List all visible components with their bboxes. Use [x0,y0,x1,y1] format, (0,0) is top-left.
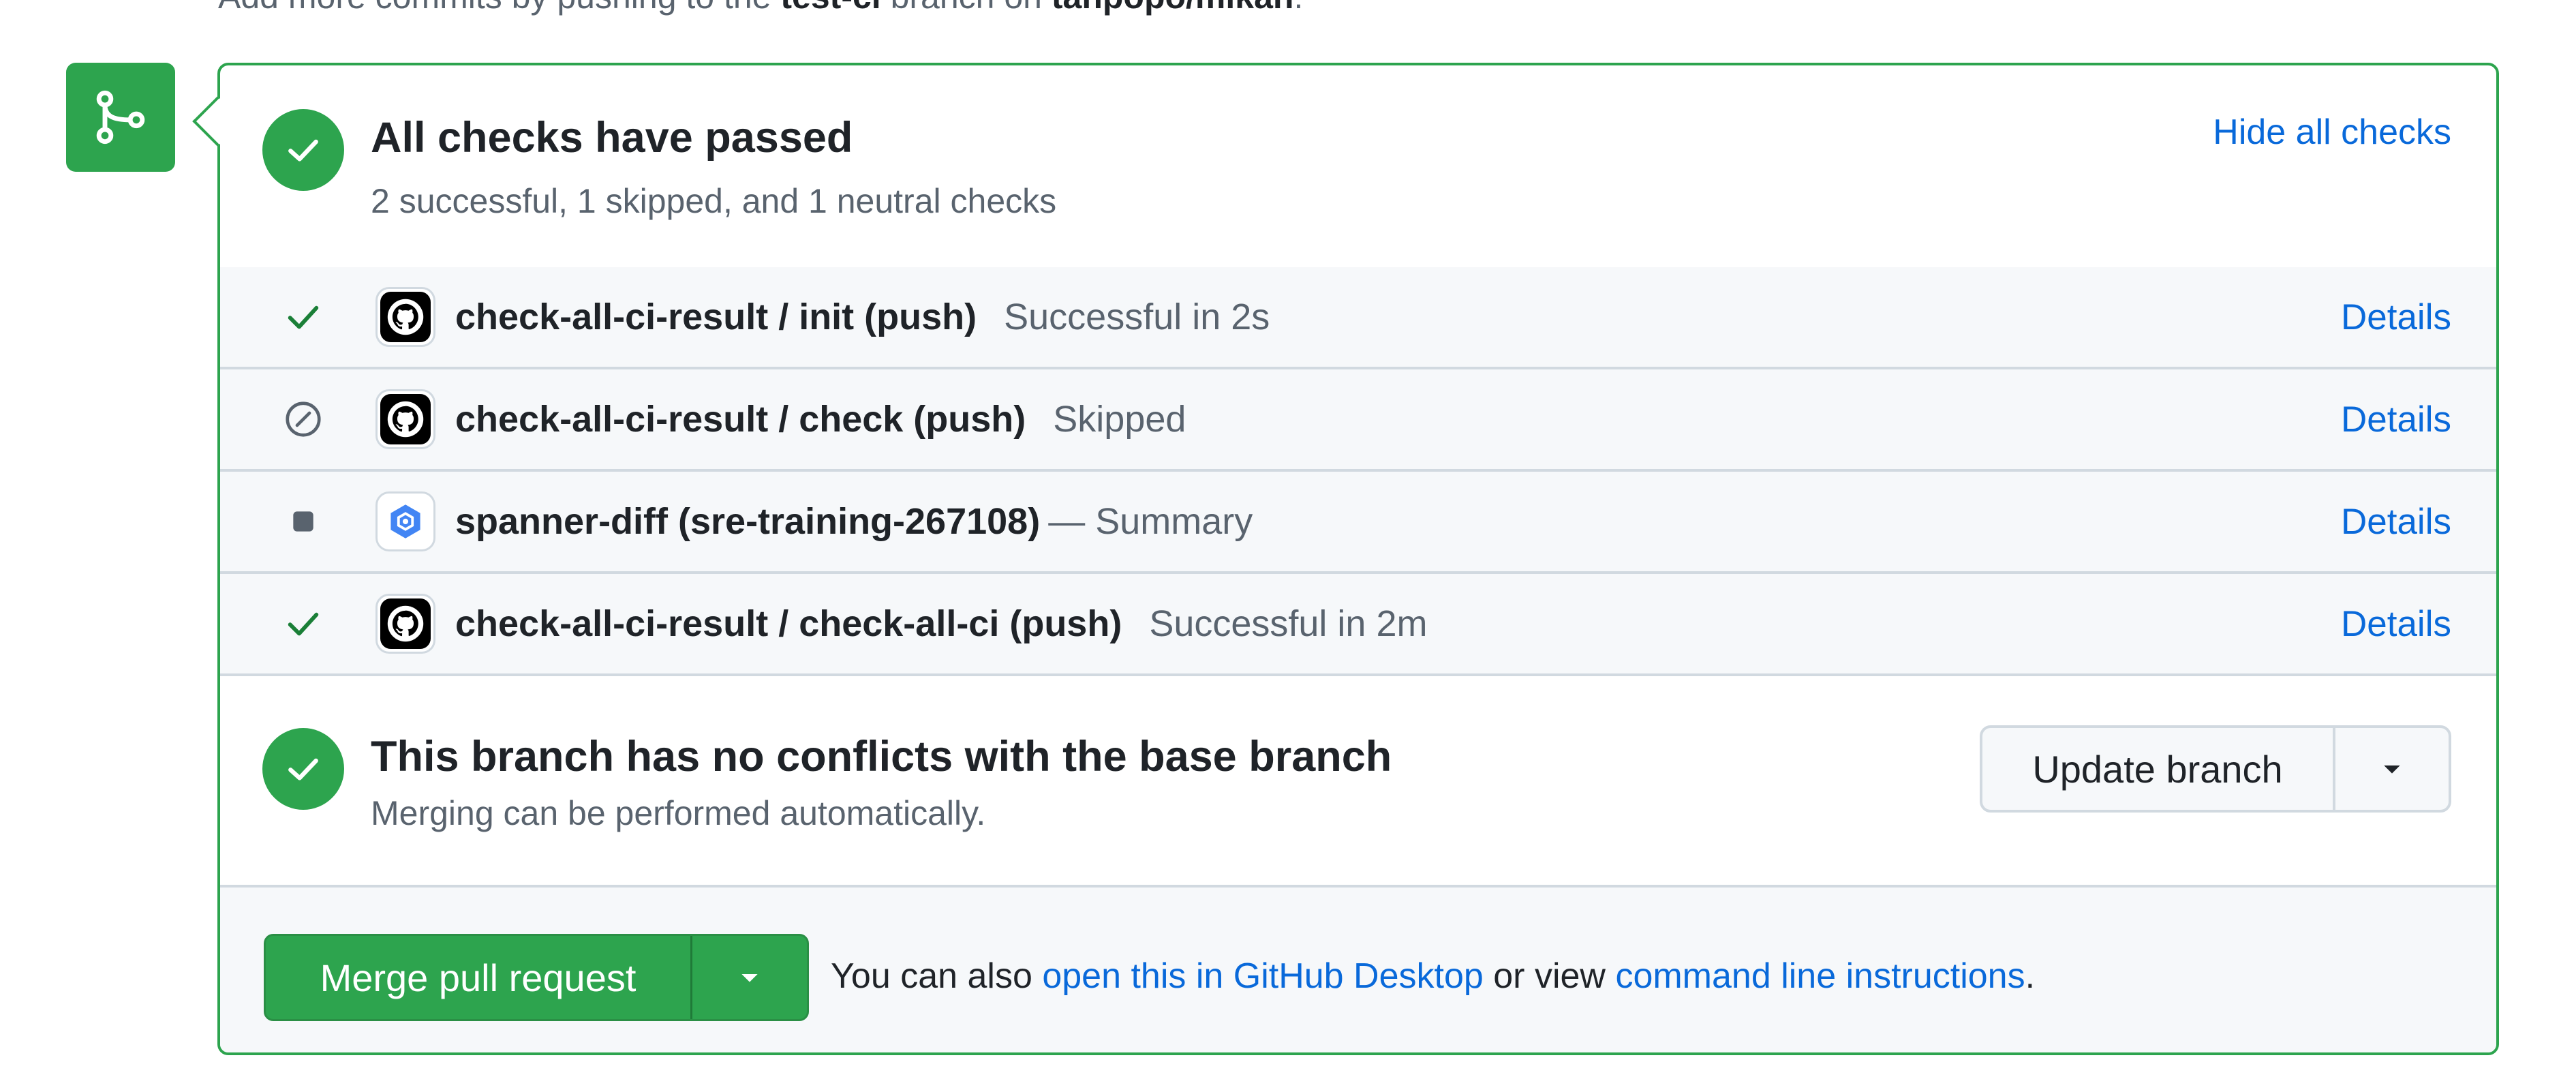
check-name-text: check-all-ci-result / check-all-ci (push… [455,603,1122,644]
hide-all-checks-link[interactable]: Hide all checks [2213,112,2451,153]
check-row-init[interactable]: check-all-ci-result / init (push) Success… [220,267,2496,369]
merge-pull-request-button[interactable]: Merge pull request [266,936,690,1019]
merge-button-group: Merge pull request [264,934,809,1021]
period: . [2025,956,2036,996]
details-link[interactable]: Details [2341,603,2451,645]
check-row-spanner-diff[interactable]: spanner-diff (sre-training-267108) — Summ… [220,472,2496,574]
details-link[interactable]: Details [2341,501,2451,543]
git-merge-icon [66,63,175,172]
checks-list: check-all-ci-result / init (push) Success… [220,267,2496,676]
merge-method-dropdown[interactable] [690,936,807,1019]
or-view-text: or view [1493,956,1606,996]
conflict-title: This branch has no conflicts with the ba… [371,733,1392,780]
checks-title: All checks have passed [371,114,853,162]
git-merge-glyph [96,90,145,145]
triangle-down-icon [2384,765,2400,774]
details-link[interactable]: Details [2341,399,2451,440]
check-name-text: spanner-diff (sre-training-267108) [455,501,1041,542]
merge-actions: Merge pull request You can also open thi… [220,888,2496,1052]
check-status-text: Successful in 2s [1004,297,1270,337]
neutral-square-icon [281,500,325,543]
push-hint: Add more commits by pushing to the test-… [218,0,1303,16]
check-name-text: check-all-ci-result / check (push) [455,399,1026,440]
also-prefix: You can also [831,956,1032,996]
check-row-check[interactable]: check-all-ci-result / check (push) Skippe… [220,369,2496,472]
check-name-text: check-all-ci-result / init (push) [455,297,977,337]
open-github-desktop-link[interactable]: open this in GitHub Desktop [1042,956,1483,996]
check-icon [281,295,325,339]
checks-summary: All checks have passed 2 successful, 1 s… [220,65,2496,267]
check-name: check-all-ci-result / check (push) Skippe… [455,398,1186,440]
checks-subtitle: 2 successful, 1 skipped, and 1 neutral c… [371,182,1057,220]
check-status-text: Successful in 2m [1149,603,1428,644]
push-hint-middle: branch on [891,0,1042,16]
check-name: check-all-ci-result / check-all-ci (push… [455,603,1427,645]
check-circle-icon [262,109,344,191]
update-branch-dropdown[interactable] [2333,728,2449,810]
check-circle-icon [262,728,344,810]
check-icon [281,602,325,646]
push-hint-branch: test-ci [780,0,880,16]
check-status-text: — Summary [1048,501,1253,542]
github-icon [375,287,435,347]
check-row-check-all-ci[interactable]: check-all-ci-result / check-all-ci (push… [220,574,2496,676]
github-icon [375,594,435,654]
update-branch-button[interactable]: Update branch [1982,728,2333,810]
check-status-text: Skipped [1053,399,1186,440]
push-hint-prefix: Add more commits by pushing to the [218,0,771,16]
merge-conflict-status: This branch has no conflicts with the ba… [220,683,2496,888]
triangle-down-icon [741,974,758,982]
github-icon [375,389,435,449]
merge-alternatives: You can also open this in GitHub Desktop… [831,956,2035,997]
skip-icon [281,397,325,441]
cloud-build-icon [375,491,435,551]
command-line-instructions-link[interactable]: command line instructions [1615,956,2025,996]
conflict-subtitle: Merging can be performed automatically. [371,794,986,832]
merge-box: All checks have passed 2 successful, 1 s… [192,63,2499,1055]
check-name: check-all-ci-result / init (push) Success… [455,296,1270,338]
push-hint-repo: tanpopo/mikan [1052,0,1294,16]
check-name: spanner-diff (sre-training-267108) — Summ… [455,500,1253,543]
update-branch-group: Update branch [1980,725,2451,813]
details-link[interactable]: Details [2341,297,2451,338]
